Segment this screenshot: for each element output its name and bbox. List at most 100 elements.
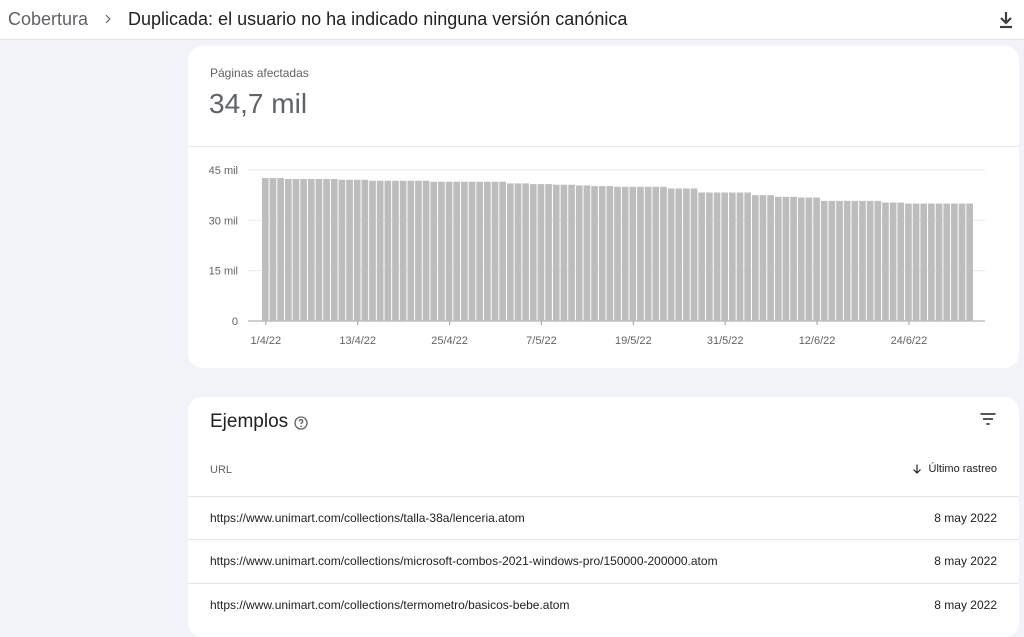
chart-bar [675,188,683,321]
chart-bar [392,180,399,321]
chart-bar [859,200,866,321]
chart-bar [476,181,484,321]
pages-bar-chart: 0 15 mil 30 mil 45 mil 1/4/22 13/4/22 25/4/22 7… [209,165,985,347]
examples-title: Ejemplos [210,411,289,432]
chart-bar [315,179,323,321]
row-url: https://www.unimart.com/collections/term… [210,598,570,612]
chart-bar [928,203,935,321]
chart-bar [346,179,353,321]
download-icon[interactable] [994,8,1018,32]
row-date: 8 may 2022 [934,554,997,568]
chart-bar [828,200,836,321]
top-bar: Cobertura Duplicada: el usuario no ha in… [0,0,1024,40]
chart-bar [292,179,300,321]
y-tick-label: 45 mil [209,165,238,177]
chart-bar [782,196,790,321]
chart-bar [484,181,491,321]
chart-bar [797,197,805,321]
chart-bar [522,183,529,321]
x-tick-label: 19/5/22 [615,335,652,347]
column-header-last-crawl-label: Último rastreo [928,463,997,475]
chart-bar [805,197,813,321]
table-row[interactable]: https://www.unimart.com/collections/tall… [188,496,1019,539]
help-icon[interactable] [293,415,309,431]
chart-bar [629,186,637,321]
chart-bar [445,181,453,321]
chart-bar [637,186,644,321]
chart-bar [751,195,759,321]
column-header-url[interactable]: URL [210,464,232,476]
breadcrumb-cobertura-link[interactable]: Cobertura [8,9,88,30]
x-tick-label: 7/5/22 [526,335,557,347]
chart-bar [958,203,966,321]
chart-bar [920,203,928,321]
chart-bar [729,192,736,321]
chart-bar [912,203,920,321]
chart-bar [491,181,499,321]
x-tick-label: 13/4/22 [339,335,376,347]
chart-bar [461,181,468,321]
chart-bar [575,185,583,321]
chart-bar [951,203,958,321]
chart-bar [415,180,422,321]
chart-bar [499,181,506,321]
y-tick-label: 30 mil [209,215,238,227]
y-tick-label: 15 mil [209,266,238,278]
chart-bar [300,179,307,321]
chart-bar [262,178,269,321]
chart-bar [614,186,621,321]
chart-bar [621,186,629,321]
x-tick-label: 24/6/22 [891,335,928,347]
chart-bar [866,200,874,321]
affected-pages-card: Páginas afectadas 34,7 mil 0 15 mil 30 mil… [188,46,1019,368]
chart-bar [438,181,445,321]
chart-bar [323,179,330,321]
chart-bar [836,200,843,321]
chart-bar [552,184,560,321]
chart-bar [277,178,284,321]
chart-bar [583,185,591,321]
filter-icon[interactable] [978,409,998,429]
chart-bar [430,181,438,321]
chart-bar [591,186,598,321]
chart-bar [560,184,568,321]
chart-bar [606,186,614,321]
chart-bar [774,196,782,321]
chart-bar [384,180,392,321]
chart-bar [897,202,905,321]
examples-card: Ejemplos URL Último rastreo https://www.… [188,397,1019,637]
chart-bar [514,183,522,321]
chart-bar [369,180,376,321]
chart-bar [790,196,797,321]
chart-bar [307,179,315,321]
chart-bar [713,192,721,321]
chart-bar [422,180,430,321]
chart-bar [736,192,744,321]
chart-bar [545,184,552,321]
chart-bar [598,186,606,321]
table-row[interactable]: https://www.unimart.com/collections/micr… [188,539,1019,582]
x-tick-label: 25/4/22 [431,335,468,347]
chart-bar [652,186,660,321]
chart-bar [284,179,292,321]
chart-bar [568,184,575,321]
arrow-down-icon [912,464,921,474]
chart-bar [376,180,384,321]
chart-bar [683,188,690,321]
chart-bar [820,200,828,321]
chart-bar [537,184,545,321]
row-url: https://www.unimart.com/collections/micr… [210,554,718,568]
chart-bar [330,179,338,321]
chart-bar [851,200,859,321]
row-date: 8 may 2022 [934,598,997,612]
column-header-last-crawl[interactable]: Último rastreo [911,463,997,475]
chart-bar [407,180,415,321]
chart-bar [269,178,277,321]
chart-bar [966,203,973,321]
chart-bar [468,181,476,321]
chart-bar [644,186,652,321]
chart-bar [698,192,706,321]
chart-bar [353,179,361,321]
chart-bar [813,197,820,321]
chart-bar [882,202,889,321]
